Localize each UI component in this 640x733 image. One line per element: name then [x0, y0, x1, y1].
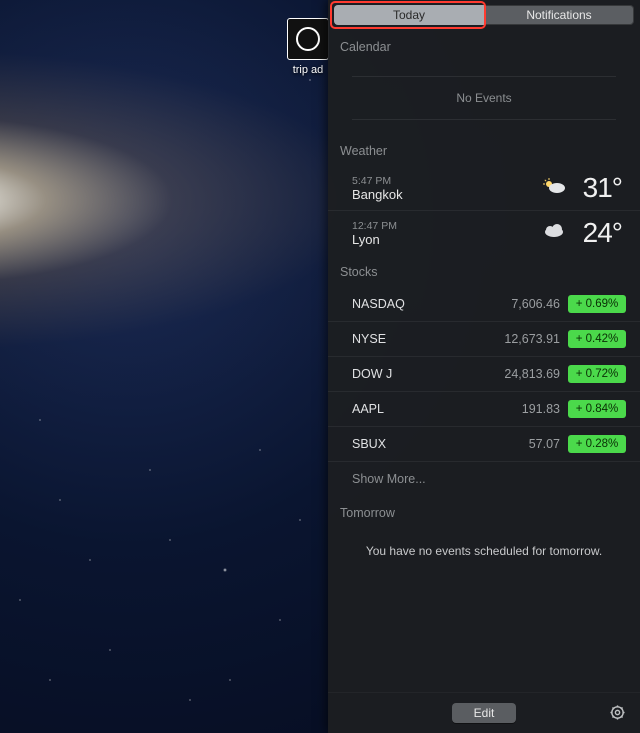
stock-row[interactable]: NASDAQ 7,606.46 + 0.69%	[328, 287, 640, 322]
weather-temp: 31°	[568, 172, 622, 204]
calendar-empty-text: No Events	[352, 77, 616, 119]
weather-time: 12:47 PM	[352, 220, 540, 232]
notification-center-panel: Today Notifications Calendar No Events W…	[328, 0, 640, 733]
weather-city-name: Bangkok	[352, 187, 540, 202]
panel-footer: Edit	[328, 692, 640, 733]
stock-change-badge: + 0.72%	[568, 365, 626, 383]
segmented-control: Today Notifications	[334, 5, 634, 25]
tomorrow-text: You have no events scheduled for tomorro…	[328, 528, 640, 574]
cloud-icon	[540, 224, 568, 242]
calendar-title: Calendar	[328, 30, 640, 62]
stock-change-badge: + 0.28%	[568, 435, 626, 453]
tomorrow-widget: Tomorrow You have no events scheduled fo…	[328, 496, 640, 574]
stocks-show-more[interactable]: Show More...	[328, 462, 640, 496]
stock-change-badge: + 0.69%	[568, 295, 626, 313]
segmented-control-wrap: Today Notifications	[328, 0, 640, 30]
tab-today[interactable]: Today	[334, 5, 484, 25]
weather-row[interactable]: 12:47 PM Lyon 24°	[328, 211, 640, 255]
stock-value: 57.07	[490, 437, 560, 451]
stock-value: 191.83	[490, 402, 560, 416]
tomorrow-title: Tomorrow	[328, 496, 640, 528]
stock-symbol: DOW J	[352, 367, 490, 381]
stock-row[interactable]: AAPL 191.83 + 0.84%	[328, 392, 640, 427]
stock-symbol: AAPL	[352, 402, 490, 416]
calendar-widget: Calendar No Events	[328, 30, 640, 134]
weather-title: Weather	[328, 134, 640, 166]
stock-row[interactable]: SBUX 57.07 + 0.28%	[328, 427, 640, 462]
file-thumbnail-icon	[287, 18, 329, 60]
stock-row[interactable]: NYSE 12,673.91 + 0.42%	[328, 322, 640, 357]
gear-icon[interactable]	[609, 704, 626, 721]
divider	[352, 119, 616, 120]
stock-symbol: NYSE	[352, 332, 490, 346]
stock-value: 7,606.46	[490, 297, 560, 311]
panel-content: Calendar No Events Weather 5:47 PM Bangk…	[328, 30, 640, 692]
weather-temp: 24°	[568, 217, 622, 249]
stock-value: 24,813.69	[490, 367, 560, 381]
stocks-widget: Stocks NASDAQ 7,606.46 + 0.69% NYSE 12,6…	[328, 255, 640, 496]
weather-time: 5:47 PM	[352, 175, 540, 187]
stock-row[interactable]: DOW J 24,813.69 + 0.72%	[328, 357, 640, 392]
weather-city-name: Lyon	[352, 232, 540, 247]
edit-button[interactable]: Edit	[452, 703, 517, 723]
tab-notifications[interactable]: Notifications	[484, 5, 634, 25]
weather-widget: Weather 5:47 PM Bangkok	[328, 134, 640, 255]
stocks-title: Stocks	[328, 255, 640, 287]
sun-cloud-icon	[540, 177, 568, 199]
stock-symbol: SBUX	[352, 437, 490, 451]
weather-row[interactable]: 5:47 PM Bangkok 31°	[328, 166, 640, 211]
stock-change-badge: + 0.42%	[568, 330, 626, 348]
stock-change-badge: + 0.84%	[568, 400, 626, 418]
stock-symbol: NASDAQ	[352, 297, 490, 311]
stock-value: 12,673.91	[490, 332, 560, 346]
